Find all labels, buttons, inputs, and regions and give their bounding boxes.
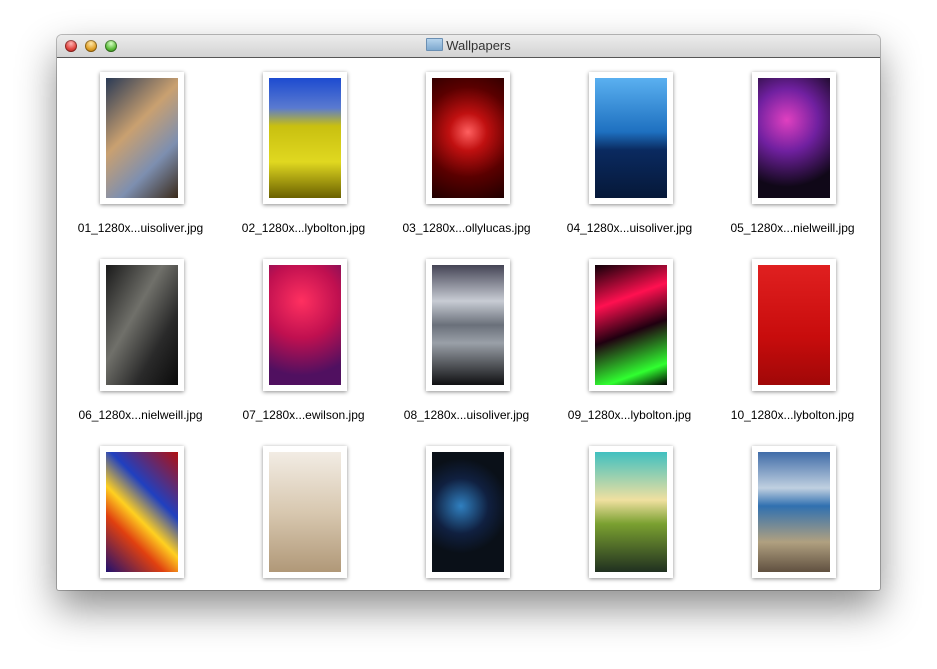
title-bar[interactable]: Wallpapers bbox=[57, 35, 880, 58]
file-thumbnail[interactable] bbox=[100, 446, 184, 578]
file-thumbnail[interactable] bbox=[589, 259, 673, 391]
thumbnail-image bbox=[269, 452, 341, 572]
thumbnail-image bbox=[758, 78, 830, 198]
thumbnail-image bbox=[106, 265, 178, 385]
thumbnail-image bbox=[595, 78, 667, 198]
thumbnail-image bbox=[269, 265, 341, 385]
file-thumbnail[interactable] bbox=[263, 446, 347, 578]
thumbnail-image bbox=[595, 452, 667, 572]
file-thumbnail[interactable] bbox=[589, 446, 673, 578]
thumbnail-image bbox=[758, 265, 830, 385]
file-thumbnail[interactable] bbox=[263, 259, 347, 391]
thumbnail-image bbox=[432, 452, 504, 572]
file-thumbnail[interactable] bbox=[100, 259, 184, 391]
thumbnail-image bbox=[106, 452, 178, 572]
file-thumbnail[interactable] bbox=[752, 446, 836, 578]
window-title: Wallpapers bbox=[57, 38, 880, 53]
file-name[interactable]: 02_1280x...lybolton.jpg bbox=[222, 221, 385, 235]
finder-window: Wallpapers 01_1280x...uisoliver.jpg 02_12… bbox=[57, 35, 880, 590]
file-name[interactable]: 10_1280x...lybolton.jpg bbox=[711, 408, 874, 422]
file-thumbnail[interactable] bbox=[752, 259, 836, 391]
file-thumbnail[interactable] bbox=[426, 259, 510, 391]
file-name[interactable]: 01_1280x...uisoliver.jpg bbox=[59, 221, 222, 235]
file-name[interactable]: 03_1280x...ollylucas.jpg bbox=[385, 221, 548, 235]
file-name[interactable]: 04_1280x...uisoliver.jpg bbox=[548, 221, 711, 235]
file-thumbnail[interactable] bbox=[426, 446, 510, 578]
thumbnail-image bbox=[595, 265, 667, 385]
file-name[interactable]: 08_1280x...uisoliver.jpg bbox=[385, 408, 548, 422]
thumbnail-image bbox=[269, 78, 341, 198]
file-thumbnail[interactable] bbox=[752, 72, 836, 204]
file-thumbnail[interactable] bbox=[589, 72, 673, 204]
file-name[interactable]: 05_1280x...nielweill.jpg bbox=[711, 221, 874, 235]
thumbnail-image bbox=[758, 452, 830, 572]
thumbnail-image bbox=[106, 78, 178, 198]
file-name[interactable]: 09_1280x...lybolton.jpg bbox=[548, 408, 711, 422]
thumbnail-image bbox=[432, 78, 504, 198]
file-thumbnail[interactable] bbox=[426, 72, 510, 204]
thumbnail-image bbox=[432, 265, 504, 385]
file-thumbnail[interactable] bbox=[100, 72, 184, 204]
folder-icon bbox=[426, 38, 444, 51]
file-name[interactable]: 07_1280x...ewilson.jpg bbox=[222, 408, 385, 422]
file-name[interactable]: 06_1280x...nielweill.jpg bbox=[59, 408, 222, 422]
file-thumbnail[interactable] bbox=[263, 72, 347, 204]
